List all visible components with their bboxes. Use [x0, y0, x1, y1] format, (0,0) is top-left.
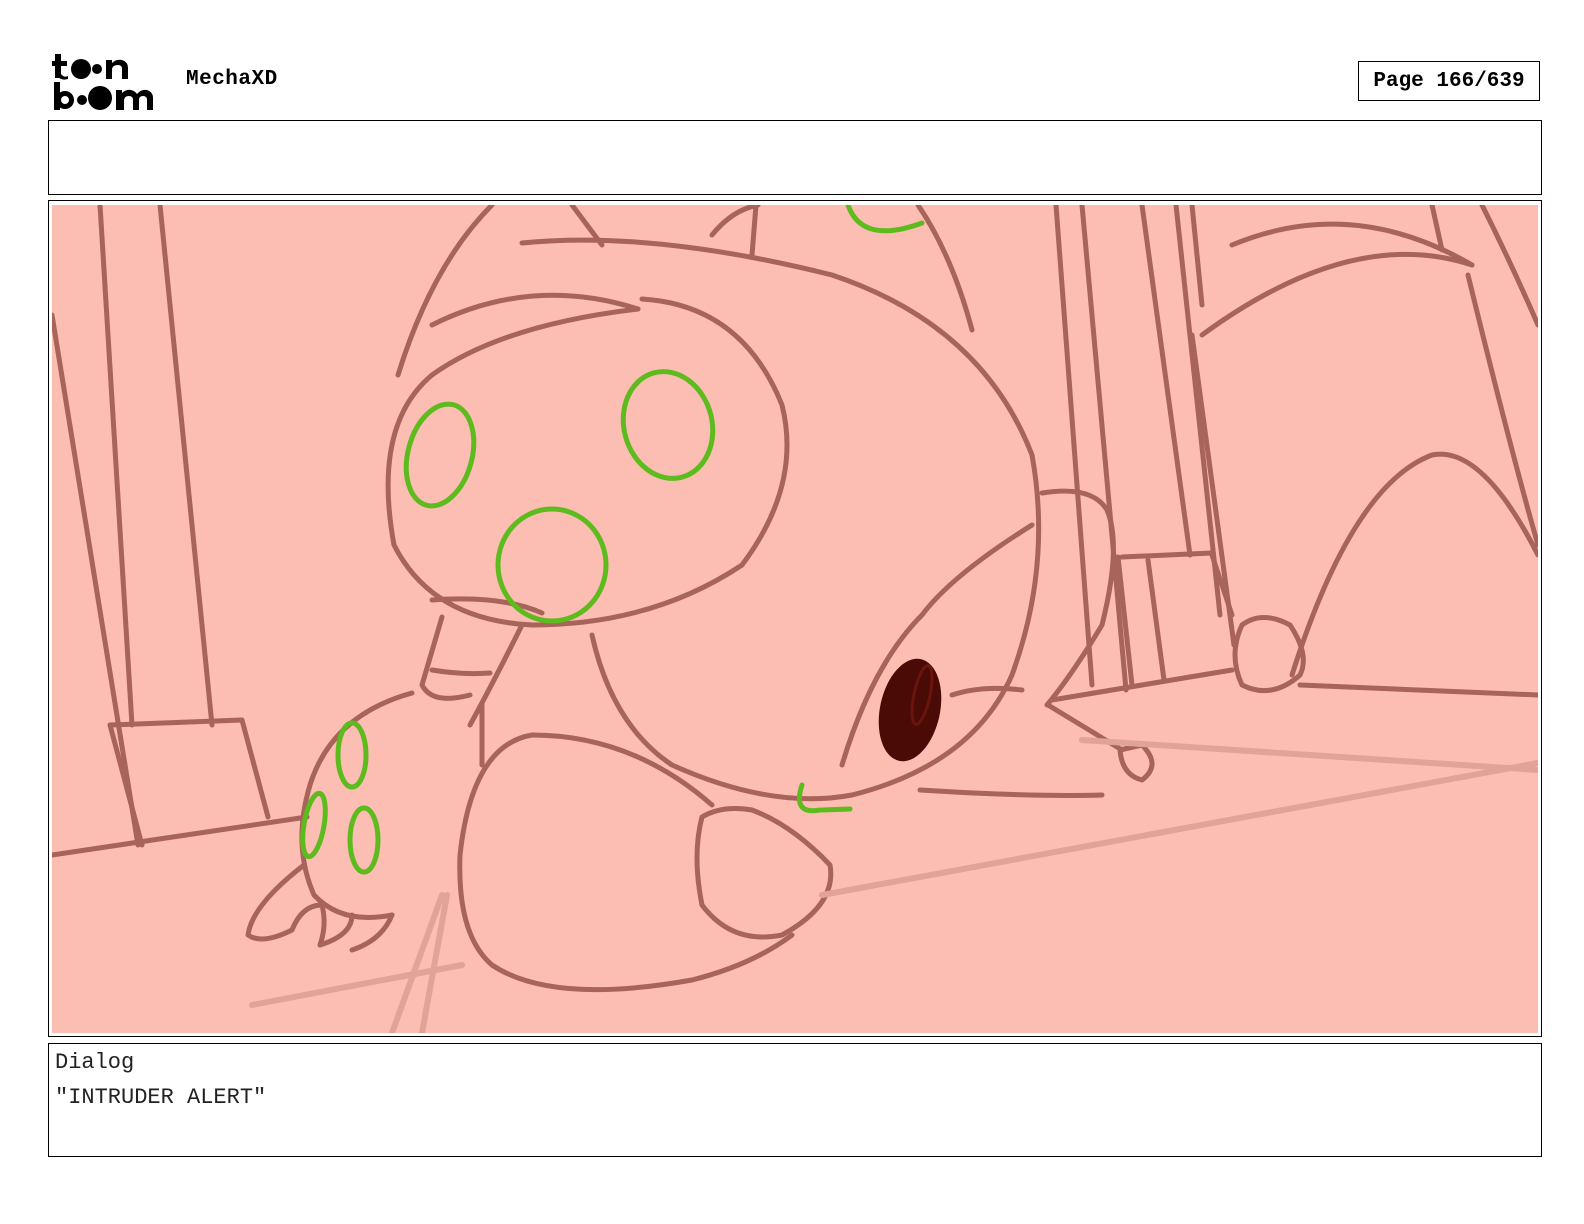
notes-panel: [48, 120, 1542, 195]
dialog-text: "INTRUDER ALERT": [55, 1085, 267, 1110]
dialog-panel: Dialog "INTRUDER ALERT": [48, 1043, 1542, 1157]
project-title: MechaXD: [186, 68, 278, 91]
toon-boom-logo: [52, 54, 153, 110]
storyboard-panel-drawing: [52, 205, 1538, 1033]
page-number-box: Page 166/639: [1358, 61, 1540, 101]
dialog-label: Dialog: [55, 1050, 135, 1075]
page-number: Page 166/639: [1373, 69, 1525, 93]
